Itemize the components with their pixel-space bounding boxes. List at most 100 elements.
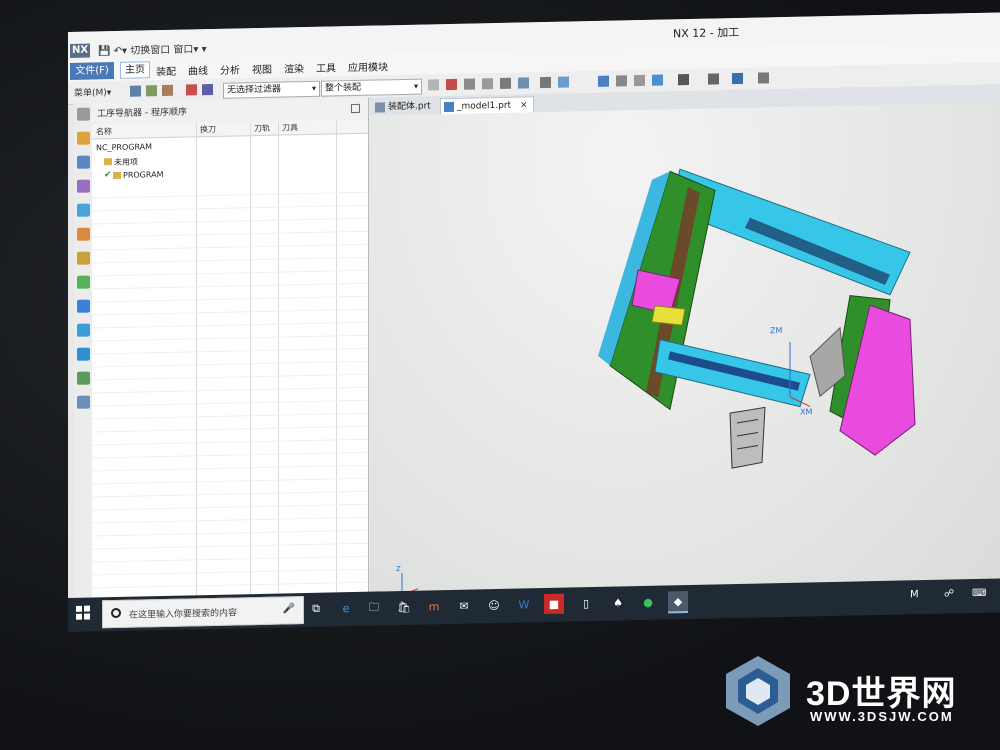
roles-icon[interactable] bbox=[77, 371, 90, 385]
type-filter-select[interactable]: 无选择过滤器 ▾ bbox=[223, 80, 320, 99]
tray-m-icon[interactable]: M bbox=[910, 589, 919, 600]
store-icon[interactable]: 🛍 bbox=[394, 597, 414, 617]
keyboard-icon[interactable]: ⌨ bbox=[972, 588, 986, 599]
nx-taskbar-icon[interactable]: ◆ bbox=[668, 591, 688, 614]
wechat-icon[interactable]: ● bbox=[638, 592, 658, 612]
cnc-machine-model: ZM XM Z bbox=[393, 168, 916, 604]
word-icon[interactable]: W bbox=[514, 594, 534, 614]
pan-icon[interactable] bbox=[652, 74, 663, 86]
rotate-icon[interactable] bbox=[634, 74, 645, 87]
tab-analysis[interactable]: 分析 bbox=[220, 61, 240, 76]
view-icon[interactable] bbox=[540, 76, 551, 89]
watermark-url: WWW.3DSJW.COM bbox=[810, 709, 954, 724]
tab-tools[interactable]: 工具 bbox=[316, 59, 336, 74]
resource-bar bbox=[74, 103, 94, 624]
quick-access-toolbar[interactable]: 💾 ↶▾ 切换窗口 窗口▾ ▾ bbox=[98, 40, 207, 57]
fit-icon[interactable] bbox=[598, 75, 609, 87]
tab-assembly-part[interactable]: 装配体.prt bbox=[372, 98, 437, 115]
3dsjw-logo-icon bbox=[726, 656, 790, 726]
menu-dropdown[interactable]: 菜单(M)▾ bbox=[74, 85, 111, 99]
taskbar-search-box[interactable]: 在这里输入你要搜索的内容 🎤 bbox=[102, 596, 304, 629]
shade-icon[interactable] bbox=[558, 76, 569, 88]
scope-select[interactable]: 整个装配 ▾ bbox=[321, 78, 422, 97]
microphone-icon[interactable]: 🎤 bbox=[283, 603, 295, 614]
tool-library-icon[interactable] bbox=[77, 227, 90, 241]
system-scenes-icon[interactable] bbox=[77, 395, 90, 409]
tab-home[interactable]: 主页 bbox=[120, 61, 150, 79]
search-placeholder: 在这里输入你要搜索的内容 bbox=[129, 608, 238, 621]
assembly-navigator-icon[interactable] bbox=[77, 131, 90, 145]
yellow-carriage bbox=[651, 305, 686, 326]
task-view-icon[interactable]: ⧉ bbox=[306, 599, 326, 619]
column-toolpath[interactable]: 刀轨 bbox=[254, 123, 270, 134]
penguin-app-icon[interactable]: ♠ bbox=[608, 592, 628, 612]
column-tool[interactable]: 刀具 bbox=[282, 122, 298, 133]
zoom-icon[interactable] bbox=[616, 75, 627, 87]
history-icon[interactable] bbox=[77, 323, 90, 337]
people-icon[interactable]: ☍ bbox=[944, 588, 954, 599]
mail-icon[interactable]: ✉ bbox=[454, 595, 474, 615]
process-studio-icon[interactable] bbox=[77, 347, 90, 361]
save-icon[interactable]: 💾 bbox=[98, 46, 110, 57]
snap-point-icon[interactable] bbox=[428, 79, 439, 91]
navigator-title: 工序导航器 - 程序顺序 bbox=[97, 107, 187, 120]
zm-axis-label: ZM bbox=[770, 326, 782, 335]
tab-label: 装配体.prt bbox=[388, 101, 431, 113]
more-tools-icon[interactable] bbox=[758, 72, 769, 84]
window-title: NX 12 - 加工 bbox=[673, 25, 740, 41]
file-menu-button[interactable]: 文件(F) bbox=[70, 62, 114, 80]
nx-logo: NX bbox=[70, 43, 90, 58]
window-switch-label[interactable]: 切换窗口 窗口▾ ▾ bbox=[130, 44, 206, 57]
folder-icon bbox=[113, 171, 121, 180]
operation-navigator-panel: 工序导航器 - 程序顺序 名称 换刀 刀轨 刀具 NC_PROGRAM 未用项 … bbox=[92, 97, 369, 610]
part-file-icon bbox=[444, 101, 454, 113]
type-filter-value: 无选择过滤器 bbox=[227, 84, 282, 96]
tab-render[interactable]: 渲染 bbox=[284, 60, 304, 75]
part-navigator-icon[interactable] bbox=[77, 179, 90, 193]
watermark-brand: 3D世界网 bbox=[806, 675, 957, 713]
maximize-icon[interactable] bbox=[351, 103, 360, 114]
xm-axis-label: XM bbox=[800, 407, 812, 416]
reuse-library-icon[interactable] bbox=[77, 275, 90, 289]
snap-icon[interactable] bbox=[162, 84, 173, 97]
pick-icon[interactable] bbox=[202, 83, 213, 96]
filter-icon[interactable] bbox=[146, 85, 157, 97]
undo-icon[interactable]: ↶▾ bbox=[114, 46, 127, 57]
column-name[interactable]: 名称 bbox=[96, 126, 112, 137]
machine-tool-icon[interactable] bbox=[77, 251, 90, 265]
gear-icon[interactable] bbox=[77, 107, 90, 121]
operation-navigator-icon[interactable] bbox=[77, 203, 90, 217]
red-app-icon[interactable]: ■ bbox=[544, 593, 564, 615]
tab-curve[interactable]: 曲线 bbox=[188, 62, 208, 77]
scope-value: 整个装配 bbox=[325, 82, 362, 94]
line-icon[interactable] bbox=[482, 78, 493, 90]
tab-applications[interactable]: 应用模块 bbox=[348, 58, 388, 74]
tab-view[interactable]: 视图 bbox=[252, 61, 272, 76]
render-style-icon[interactable] bbox=[708, 73, 719, 85]
constraint-navigator-icon[interactable] bbox=[77, 155, 90, 169]
user-app-icon[interactable]: ☺ bbox=[484, 595, 504, 615]
site-watermark: 3D世界网 WWW.3DSJW.COM bbox=[718, 650, 988, 730]
file-explorer-icon[interactable]: 🗀 bbox=[364, 597, 384, 617]
web-browser-icon[interactable] bbox=[77, 299, 90, 313]
graphics-viewport[interactable]: ZM XM Z bbox=[370, 102, 1000, 624]
edge-browser-icon[interactable]: e bbox=[336, 598, 356, 618]
windows-start-icon[interactable] bbox=[76, 605, 90, 620]
select-icon[interactable] bbox=[130, 85, 141, 97]
column-tool-change[interactable]: 换刀 bbox=[200, 124, 216, 135]
mi-app-icon[interactable]: m bbox=[424, 596, 444, 616]
close-icon[interactable]: × bbox=[520, 100, 528, 110]
tab-assembly[interactable]: 装配 bbox=[156, 63, 176, 78]
cortana-icon bbox=[111, 607, 121, 619]
document-icon[interactable]: ▯ bbox=[576, 593, 596, 613]
box-select-icon[interactable] bbox=[518, 77, 529, 89]
cube-view-icon[interactable] bbox=[732, 72, 743, 85]
highlight-icon[interactable] bbox=[186, 84, 197, 96]
tab-label: _model1.prt bbox=[457, 100, 512, 112]
point-icon[interactable] bbox=[446, 78, 457, 91]
layer-icon[interactable] bbox=[678, 73, 689, 86]
part-file-icon bbox=[375, 102, 385, 113]
circle-icon[interactable] bbox=[500, 77, 511, 89]
nx-application-window: NX 💾 ↶▾ 切换窗口 窗口▾ ▾ NX 12 - 加工 文件(F) 主页 装… bbox=[68, 12, 1000, 631]
arrow-icon[interactable] bbox=[464, 78, 475, 90]
